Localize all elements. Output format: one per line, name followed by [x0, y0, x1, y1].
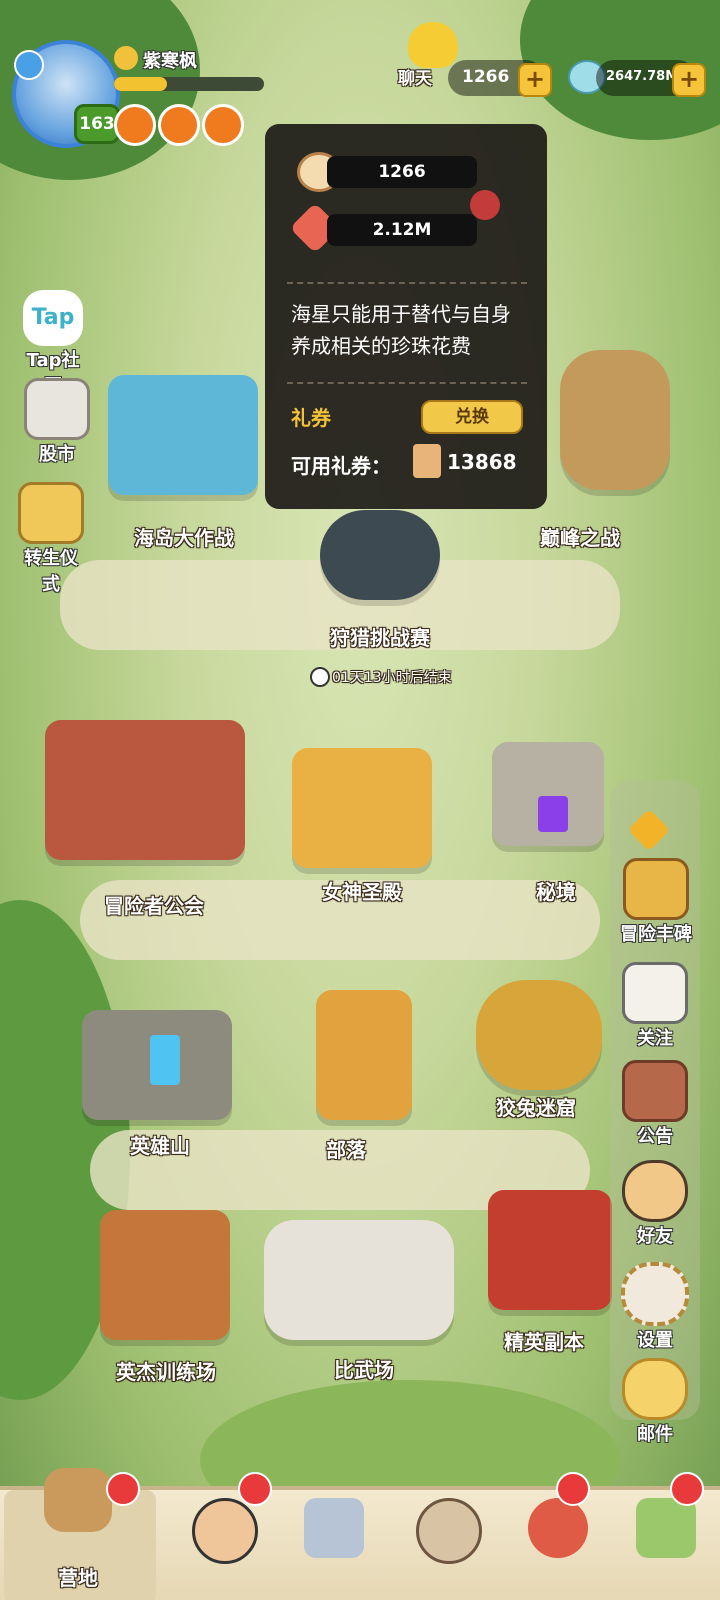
adventurer-guild-building[interactable]	[45, 720, 245, 860]
dinosaur-pet-icon	[528, 1498, 588, 1558]
exchange-button[interactable]: 兑换	[421, 400, 523, 434]
right-menu-friends[interactable]: 好友	[620, 1160, 690, 1248]
goddess-temple-building[interactable]	[292, 748, 432, 868]
nav-elder[interactable]	[392, 1490, 492, 1600]
currency-popup: 1266 2.12M 海星只能用于替代与自身养成相关的珍珠花费 礼券 兑换 可用…	[265, 124, 547, 509]
right-menu-label: 设置	[637, 1330, 673, 1351]
divider-1	[287, 282, 527, 284]
camp-icon	[44, 1468, 112, 1532]
left-menu-stock[interactable]: 股市	[22, 378, 92, 466]
peak-battle-label[interactable]: 巅峰之战	[540, 522, 620, 551]
friends-icon	[622, 1160, 688, 1222]
right-menu-announcement[interactable]: 公告	[620, 1060, 690, 1148]
hero-portrait-icon	[192, 1498, 258, 1564]
add-pearl-button[interactable]: +	[518, 63, 552, 97]
available-voucher-label: 可用礼券：	[291, 454, 391, 478]
bottom-nav: 营地	[0, 1468, 720, 1600]
clock-icon	[310, 667, 330, 687]
goddess-temple-label[interactable]: 女神圣殿	[322, 876, 402, 905]
pearl-count: 1266	[462, 67, 510, 87]
right-menu-monument[interactable]: 冒险丰碑	[616, 858, 696, 946]
island-battle-building[interactable]	[108, 375, 258, 495]
nav-pets[interactable]	[504, 1472, 604, 1600]
nav-tribe[interactable]	[612, 1472, 712, 1600]
notification-dot	[106, 1472, 140, 1506]
xp-bar	[114, 77, 264, 91]
alert-bell-icon	[470, 190, 500, 220]
nav-camp-label: 营地	[58, 1566, 98, 1590]
tribe-mask-icon	[636, 1498, 696, 1558]
nav-camp[interactable]: 营地	[4, 1468, 156, 1600]
secret-realm-label[interactable]: 秘境	[536, 876, 576, 905]
notification-dot	[238, 1472, 272, 1506]
tribe-totem-building[interactable]	[316, 990, 412, 1120]
arena-label[interactable]: 比武场	[334, 1354, 394, 1383]
mail-icon	[622, 1358, 688, 1420]
arena-building[interactable]	[264, 1220, 454, 1340]
tap-community-icon: Tap	[23, 290, 83, 346]
popup-pearl-value: 1266	[327, 156, 477, 188]
hunting-building[interactable]	[320, 510, 440, 600]
announcement-icon	[622, 1060, 688, 1122]
buff-badge-2-icon[interactable]	[158, 104, 200, 146]
right-menu-label: 冒险丰碑	[620, 924, 692, 945]
elite-dungeon-label[interactable]: 精英副本	[504, 1326, 584, 1355]
rebirth-ceremony-icon	[18, 482, 84, 544]
chat-bubble-icon[interactable]	[408, 22, 458, 68]
left-menu-rebirth[interactable]: 转生仪式	[16, 482, 86, 596]
stock-market-icon	[24, 378, 90, 440]
nav-equipment[interactable]	[280, 1490, 380, 1600]
player-name: 紫寒枫	[143, 51, 197, 72]
chat-label[interactable]: 聊天	[398, 64, 432, 89]
right-menu-label: 公告	[637, 1126, 673, 1147]
left-menu-label: 股市	[39, 444, 75, 465]
adventurer-guild-label[interactable]: 冒险者公会	[104, 890, 204, 919]
monument-icon	[623, 858, 689, 920]
right-menu-label: 好友	[637, 1226, 673, 1247]
hunting-label[interactable]: 狩猎挑战赛	[330, 622, 430, 651]
training-ground-building[interactable]	[100, 1210, 230, 1340]
right-menu-mail[interactable]: 邮件	[620, 1358, 690, 1446]
available-voucher-value: 13868	[447, 450, 517, 474]
nav-heroes[interactable]	[168, 1472, 272, 1600]
settings-gear-icon	[621, 1262, 689, 1326]
popup-starfish-value: 2.12M	[327, 214, 477, 246]
divider-2	[287, 382, 527, 384]
top-bar: 163 紫寒枫 聊天 1266 + 2647.78M +	[0, 0, 720, 148]
hunting-timer: 01天13小时后结束	[332, 670, 452, 686]
elder-icon	[416, 1498, 482, 1564]
island-battle-label[interactable]: 海岛大作战	[134, 522, 234, 551]
game-map: 163 紫寒枫 聊天 1266 + 2647.78M + Tap Tap社区 股…	[0, 0, 720, 1600]
rabbit-maze-label[interactable]: 狡兔迷窟	[496, 1092, 576, 1121]
right-menu-follow[interactable]: 关注	[620, 962, 690, 1050]
peak-battle-building[interactable]	[560, 350, 670, 490]
name-emoji-icon	[114, 46, 138, 70]
buff-badge-1-icon[interactable]	[114, 104, 156, 146]
buff-badge-3-icon[interactable]	[202, 104, 244, 146]
elite-dungeon-building[interactable]	[488, 1190, 612, 1310]
portal-icon	[538, 796, 568, 832]
hero-mountain-label[interactable]: 英雄山	[130, 1130, 190, 1159]
voucher-title: 礼券	[291, 406, 331, 430]
left-menu-label: 转生仪式	[24, 548, 78, 595]
right-menu-label: 关注	[637, 1028, 673, 1049]
rabbit-maze-building[interactable]	[476, 980, 602, 1090]
sword-icon	[304, 1498, 364, 1558]
popup-description: 海星只能用于替代与自身养成相关的珍珠花费	[291, 302, 511, 358]
notification-dot	[670, 1472, 704, 1506]
right-menu-settings[interactable]: 设置	[620, 1262, 690, 1352]
avatar-frame-icon	[14, 50, 44, 80]
notification-dot	[556, 1472, 590, 1506]
add-diamond-button[interactable]: +	[672, 63, 706, 97]
xp-bar-fill	[114, 77, 167, 91]
voucher-scroll-icon	[413, 444, 441, 478]
tribe-label[interactable]: 部落	[326, 1134, 366, 1163]
diamond-count: 2647.78M	[606, 69, 679, 84]
qr-follow-icon	[622, 962, 688, 1024]
training-ground-label[interactable]: 英杰训练场	[116, 1356, 216, 1385]
hero-portal-icon	[150, 1035, 180, 1085]
right-menu-label: 邮件	[637, 1424, 673, 1445]
